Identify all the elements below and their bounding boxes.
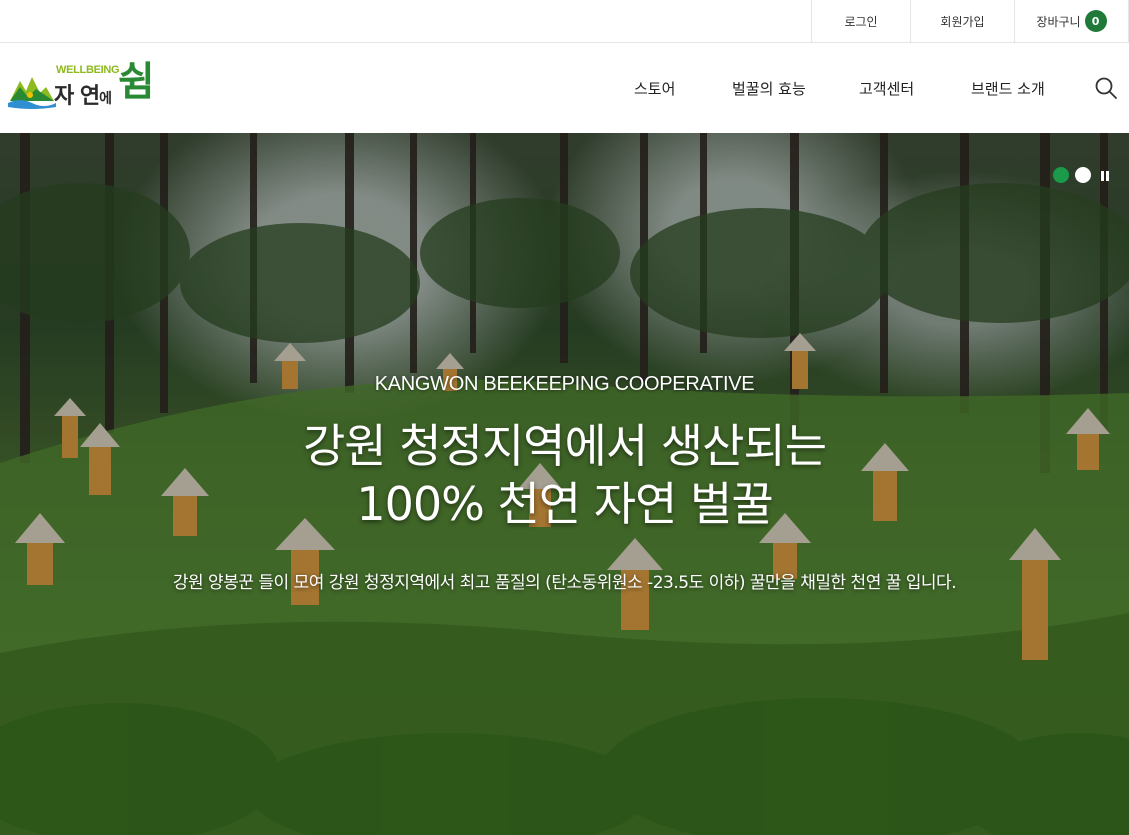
search-button[interactable] <box>1094 76 1118 100</box>
login-link[interactable]: 로그인 <box>811 0 910 42</box>
cart-count-badge: 0 <box>1084 10 1107 32</box>
hero-banner: KANGWON BEEKEEPING COOPERATIVE 강원 청정지역에서… <box>0 133 1129 835</box>
nav-brand-intro[interactable]: 브랜드 소개 <box>971 43 1045 133</box>
search-icon <box>1095 77 1117 99</box>
hero-title: 강원 청정지역에서 생산되는 100% 천연 자연 벌꿀 <box>0 417 1129 533</box>
slide-dot-2[interactable] <box>1075 167 1091 183</box>
pause-icon <box>1101 171 1109 181</box>
slider-pause-button[interactable] <box>1098 168 1112 182</box>
logo-subtitle: WELLBEING <box>56 64 120 76</box>
join-link[interactable]: 회원가입 <box>910 0 1014 42</box>
nav-honey-effect[interactable]: 벌꿀의 효능 <box>732 43 806 133</box>
cart-link[interactable]: 장바구니 0 <box>1014 0 1129 42</box>
cart-label: 장바구니 <box>1036 14 1081 29</box>
mountain-logo-icon <box>8 77 56 109</box>
hero-title-line-1: 강원 청정지역에서 생산되는 <box>302 419 827 473</box>
logo-accent-char: 쉼 <box>118 59 155 105</box>
nav-store[interactable]: 스토어 <box>634 43 675 133</box>
logo-name: 자 연에 <box>54 84 112 109</box>
main-header: WELLBEING 자 연에 쉼 스토어 벌꿀의 효능 고객센터 브랜드 소개 <box>0 43 1129 133</box>
site-logo[interactable]: WELLBEING 자 연에 쉼 <box>8 61 158 113</box>
utility-bar: 로그인 회원가입 장바구니 0 <box>0 0 1129 43</box>
hero-eyebrow: KANGWON BEEKEEPING COOPERATIVE <box>374 373 755 395</box>
slide-dot-1[interactable] <box>1053 167 1069 183</box>
nav-customer-center[interactable]: 고객센터 <box>859 43 914 133</box>
hero-title-line-2: 100% 천연 자연 벌꿀 <box>356 477 773 531</box>
hero-description: 강원 양봉꾼 들이 모여 강원 청정지역에서 최고 품질의 (탄소동위원소 -2… <box>172 573 957 593</box>
